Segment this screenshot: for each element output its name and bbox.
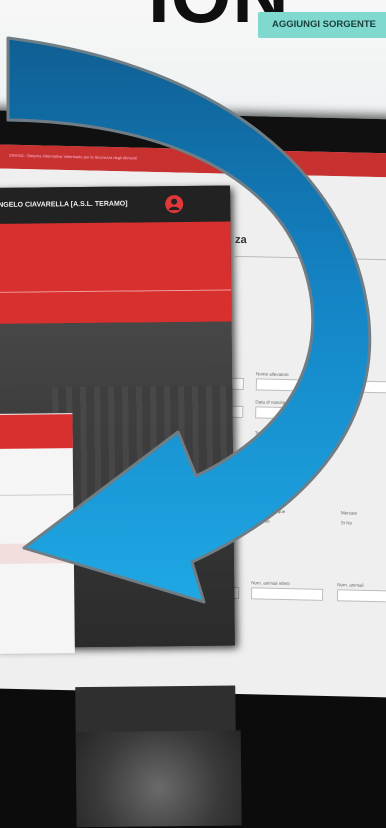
curved-arrow-icon [6,36,372,604]
bottom-photo [75,730,242,828]
